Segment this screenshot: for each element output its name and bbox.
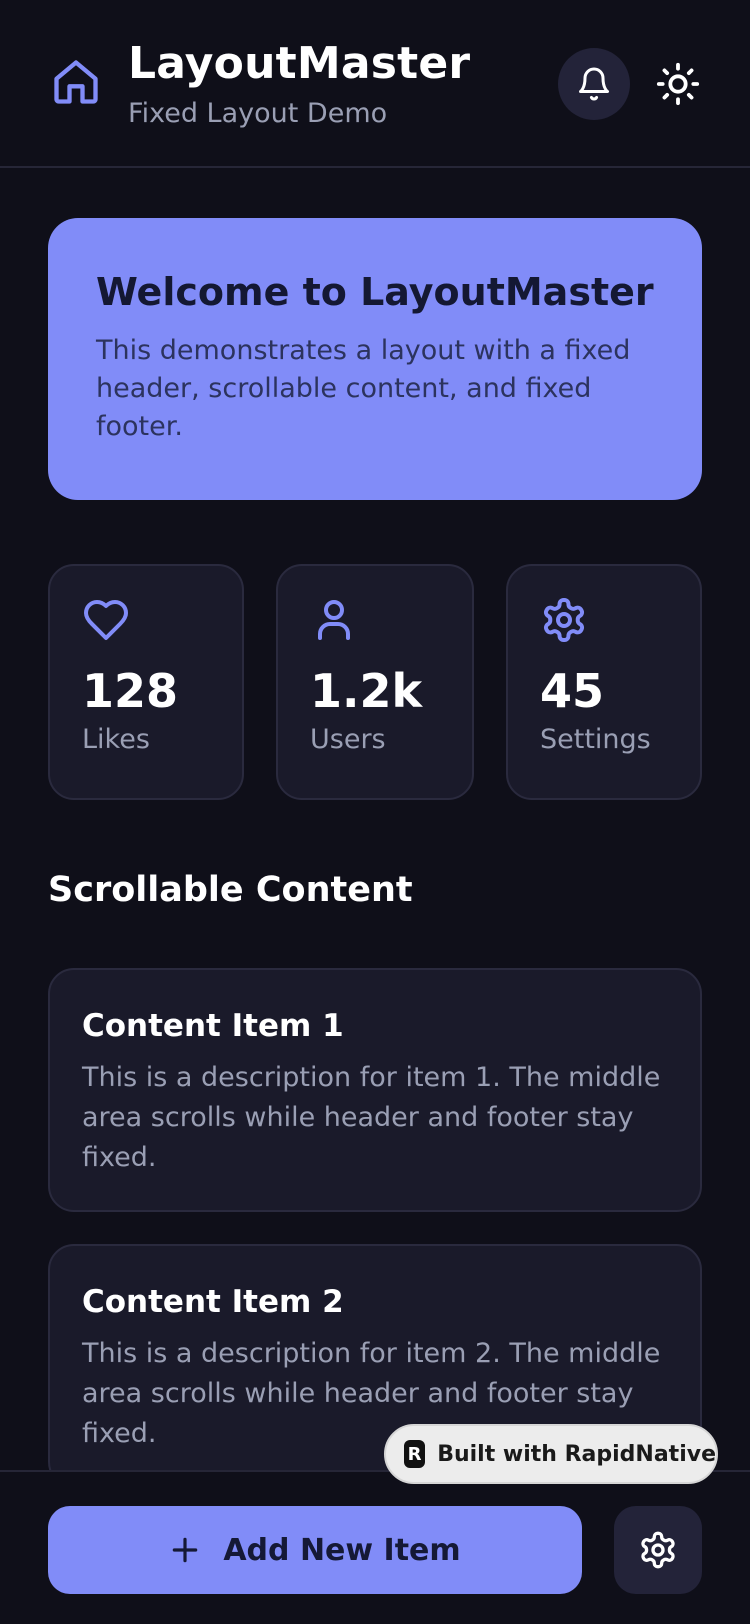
badge-text: Built with RapidNative [437, 1441, 716, 1467]
content-item[interactable]: Content Item 1 This is a description for… [48, 968, 702, 1212]
stat-label: Settings [540, 724, 651, 755]
bell-icon [579, 67, 609, 101]
welcome-card: Welcome to LayoutMaster This demonstrate… [48, 218, 702, 500]
item-title: Content Item 1 [82, 1008, 344, 1044]
home-icon[interactable] [50, 56, 102, 108]
stat-label: Users [310, 724, 386, 755]
stat-value: 1.2k [310, 664, 423, 718]
sun-icon [656, 62, 700, 106]
app-title: LayoutMaster [128, 38, 471, 89]
item-title: Content Item 2 [82, 1284, 344, 1320]
welcome-title: Welcome to LayoutMaster [96, 270, 654, 314]
app-header: LayoutMaster Fixed Layout Demo [0, 0, 750, 168]
stat-card-likes[interactable]: 128 Likes [48, 564, 244, 800]
built-with-badge[interactable]: R Built with RapidNative [384, 1424, 718, 1484]
app-footer: Add New Item [0, 1470, 750, 1624]
stat-label: Likes [82, 724, 150, 755]
gear-icon [641, 1531, 675, 1569]
theme-toggle-button[interactable] [654, 60, 702, 108]
add-new-item-button[interactable]: Add New Item [48, 1506, 582, 1594]
gear-icon [544, 598, 584, 642]
heart-icon [84, 600, 128, 640]
stat-card-users[interactable]: 1.2k Users [276, 564, 474, 800]
scroll-content[interactable]: Welcome to LayoutMaster This demonstrate… [0, 170, 750, 1470]
stat-card-settings[interactable]: 45 Settings [506, 564, 702, 800]
app-subtitle: Fixed Layout Demo [128, 98, 388, 129]
add-new-item-label: Add New Item [223, 1532, 461, 1568]
user-icon [318, 600, 350, 640]
rapidnative-logo-icon: R [404, 1440, 426, 1468]
settings-button[interactable] [614, 1506, 702, 1594]
plus-icon [173, 1537, 198, 1563]
notifications-button[interactable] [558, 48, 630, 120]
stat-value: 45 [540, 664, 605, 718]
stat-value: 128 [82, 664, 179, 718]
welcome-text: This demonstrates a layout with a fixed … [96, 335, 631, 442]
item-description: This is a description for item 1. The mi… [82, 1062, 661, 1173]
section-title: Scrollable Content [48, 870, 413, 910]
